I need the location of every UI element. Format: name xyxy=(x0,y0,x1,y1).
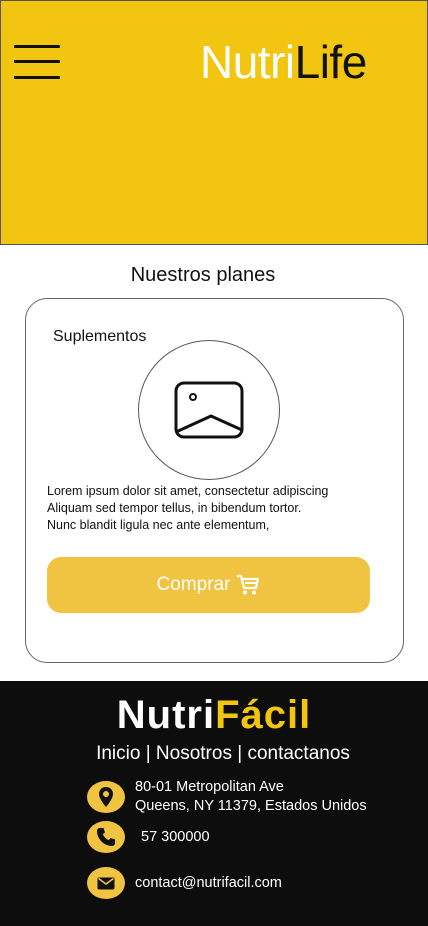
address-line1: 80-01 Metropolitan Ave xyxy=(135,779,284,795)
address-text: 80-01 Metropolitan Ave Queens, NY 11379,… xyxy=(135,778,367,816)
shopping-cart-icon xyxy=(237,574,260,595)
footer-nav: Inicio | Nosotros | contactanos xyxy=(0,743,428,765)
image-placeholder-icon xyxy=(174,381,244,439)
buy-button[interactable]: Comprar xyxy=(47,557,370,613)
address-line2: Queens, NY 11379, Estados Unidos xyxy=(135,798,367,814)
footer-logo-part1: Nutri xyxy=(116,693,216,737)
buy-button-label: Comprar xyxy=(156,574,231,595)
brand-logo[interactable]: NutriLife xyxy=(200,35,367,89)
footer-address: 80-01 Metropolitan Ave Queens, NY 11379,… xyxy=(87,778,367,816)
nav-separator: | xyxy=(237,743,243,764)
plan-card: Suplementos Lorem ipsum dolor sit amet, … xyxy=(25,298,404,663)
brand-part1: Nutri xyxy=(200,36,295,88)
brand-part2: Life xyxy=(294,36,368,88)
footer-phone: 57 300000 xyxy=(87,821,210,853)
footer-email: contact@nutrifacil.com xyxy=(87,867,282,899)
plan-card-title: Suplementos xyxy=(53,328,147,345)
footer-logo-part2: Fácil xyxy=(215,693,312,737)
location-pin-icon xyxy=(87,781,125,813)
footer-nav-contactanos[interactable]: contactanos xyxy=(247,743,349,764)
plan-image xyxy=(138,340,280,480)
footer-nav-inicio[interactable]: Inicio xyxy=(96,743,140,764)
hamburger-menu-icon[interactable] xyxy=(14,45,60,81)
footer-logo[interactable]: NutriFácil xyxy=(0,693,428,738)
footer-nav-nosotros[interactable]: Nosotros xyxy=(156,743,232,764)
footer: NutriFácil Inicio | Nosotros | contactan… xyxy=(0,681,428,926)
phone-text[interactable]: 57 300000 xyxy=(141,828,210,847)
phone-icon xyxy=(87,821,125,853)
plans-title: Nuestros planes xyxy=(130,264,276,286)
nav-separator: | xyxy=(145,743,151,764)
email-icon xyxy=(87,867,125,899)
plan-description: Lorem ipsum dolor sit amet, consectetur … xyxy=(47,483,387,534)
app-header: NutriLife xyxy=(0,0,428,245)
plan-description-line: Nunc blandit ligula nec ante elementum, xyxy=(47,518,270,532)
plan-description-line: Lorem ipsum dolor sit amet, consectetur … xyxy=(47,484,329,498)
email-text[interactable]: contact@nutrifacil.com xyxy=(135,874,282,893)
plan-description-line: Aliquam sed tempor tellus, in bibendum t… xyxy=(47,501,302,515)
